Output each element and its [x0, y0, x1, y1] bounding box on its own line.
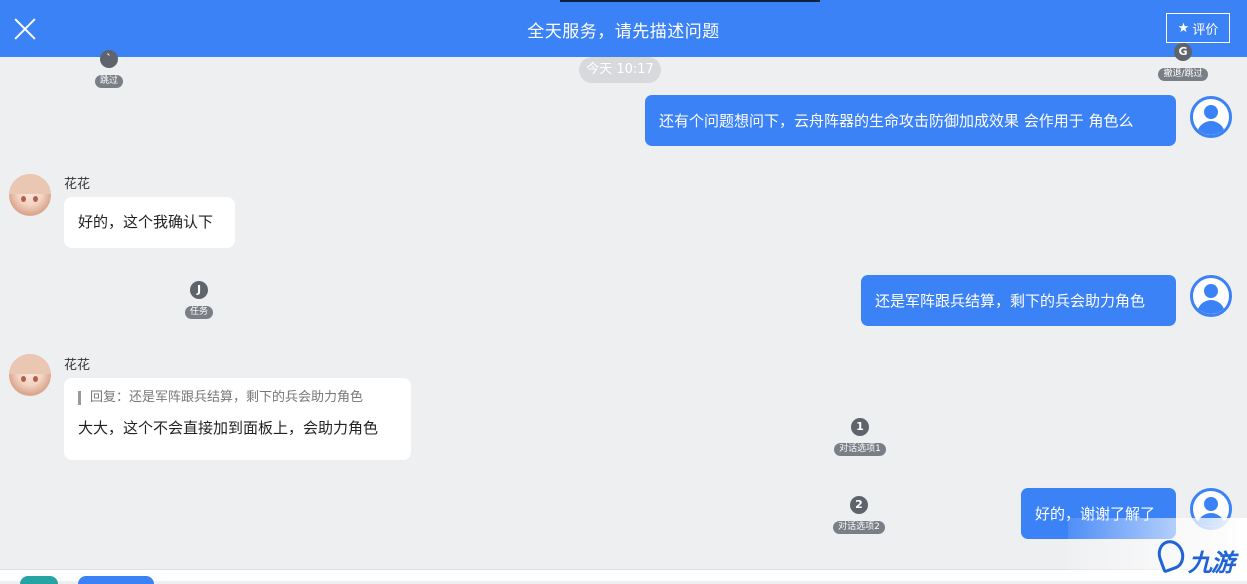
hotkey-badge: J	[190, 281, 208, 299]
hotkey-label: 撤退/跳过	[1158, 68, 1208, 81]
hotkey-label: 对话选项2	[833, 521, 885, 534]
rate-button[interactable]: ★ 评价	[1166, 13, 1230, 43]
agent-name: 花花	[64, 358, 91, 373]
hotkey-label: 任务	[184, 306, 213, 319]
user-avatar	[1190, 96, 1232, 138]
agent-message: 回复：还是军阵跟兵结算，剩下的兵会助力角色 大大，这个不会直接加到面板上，会助力…	[64, 378, 411, 460]
hotkey-badge: 1	[851, 418, 869, 436]
title-bar-accent-line	[560, 0, 820, 2]
hotkey-option-2[interactable]: 2 对话选项2	[827, 496, 891, 534]
user-avatar-head	[1204, 105, 1218, 119]
timestamp: 今天 10:17	[579, 57, 661, 83]
star-icon: ★	[1177, 20, 1190, 36]
agent-avatar-hair	[9, 354, 51, 374]
user-avatar-body	[1197, 121, 1225, 135]
agent-avatar-eye	[21, 376, 26, 382]
hotkey-retreat-skip[interactable]: G 撤退/跳过	[1151, 43, 1215, 81]
agent-avatar	[9, 174, 51, 216]
user-message: 还是军阵跟兵结算，剩下的兵会助力角色	[861, 275, 1176, 326]
message-text: 还是军阵跟兵结算，剩下的兵会助力角色	[875, 292, 1146, 310]
hotkey-badge: `	[100, 50, 118, 68]
hotkey-option-1[interactable]: 1 对话选项1	[828, 418, 892, 456]
hotkey-label: 跳过	[94, 75, 123, 88]
input-bar	[0, 569, 1247, 581]
agent-avatar-eye	[33, 376, 38, 382]
user-message: 还有个问题想问下，云舟阵器的生命攻击防御加成效果 会作用于 角色么	[645, 95, 1176, 146]
hotkey-badge: 2	[850, 496, 868, 514]
message-text: 大大，这个不会直接加到面板上，会助力角色	[78, 419, 379, 437]
user-avatar-body	[1197, 300, 1225, 314]
reply-quote: 回复：还是军阵跟兵结算，剩下的兵会助力角色	[78, 391, 397, 405]
user-avatar-head	[1204, 497, 1218, 511]
agent-message: 好的，这个我确认下	[64, 197, 235, 248]
rate-label: 评价	[1192, 22, 1219, 38]
watermark-text: 九游	[1188, 549, 1235, 577]
agent-avatar-eye	[21, 196, 26, 202]
bottom-button-edge[interactable]	[20, 576, 58, 584]
message-text: 还有个问题想问下，云舟阵器的生命攻击防御加成效果 会作用于 角色么	[659, 112, 1134, 130]
top-bar: 全天服务，请先描述问题 ★ 评价	[0, 0, 1247, 57]
agent-name: 花花	[64, 177, 91, 192]
bottom-button-edge[interactable]	[78, 576, 154, 584]
user-avatar-head	[1204, 284, 1218, 298]
user-avatar	[1190, 275, 1232, 317]
message-text: 好的，这个我确认下	[78, 213, 214, 231]
agent-avatar-eye	[33, 196, 38, 202]
agent-avatar	[9, 354, 51, 396]
hotkey-task[interactable]: J 任务	[167, 281, 231, 319]
hotkey-label: 对话选项1	[834, 443, 886, 456]
hotkey-skip[interactable]: ` 跳过	[77, 50, 141, 88]
page-title: 全天服务，请先描述问题	[527, 22, 720, 42]
agent-avatar-hair	[9, 174, 51, 194]
hotkey-badge: G	[1174, 43, 1192, 61]
